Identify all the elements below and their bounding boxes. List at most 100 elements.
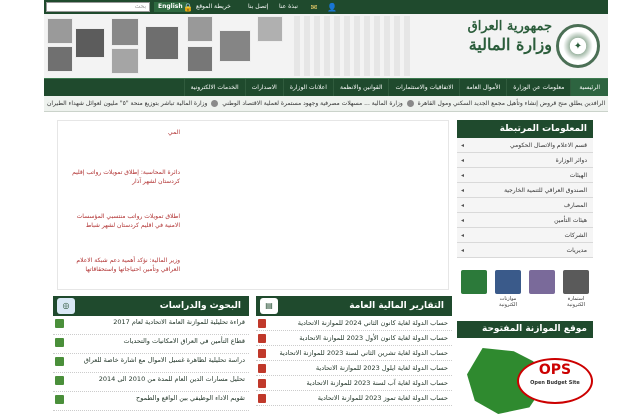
- header-banner: [47, 16, 287, 76]
- banner-tile: [145, 26, 179, 60]
- report-label[interactable]: حساب الدولة لغاية آب لسنة 2023 للموازنة …: [307, 379, 448, 387]
- sidebar-item[interactable]: ◂ مديريات: [457, 243, 593, 258]
- ticker-text[interactable]: وزارة المالية ... مسهلات مصرفية وجهود مس…: [222, 100, 403, 107]
- ministry-logo-text[interactable]: جمهورية العراق وزارة المالية: [464, 18, 552, 76]
- e-form-link[interactable]: استمارة الكترونية: [561, 270, 591, 314]
- sidebar-item[interactable]: ◂ الهيئات: [457, 168, 593, 183]
- search-input[interactable]: بحث: [46, 2, 150, 12]
- pdf-icon: [258, 349, 266, 358]
- sidebar-item[interactable]: ◂ الشركات: [457, 228, 593, 243]
- report-row[interactable]: حساب الدولة لغاية آب لسنة 2023 للموازنة …: [256, 376, 452, 391]
- banner-tile: [75, 28, 105, 58]
- top-bar: بحث English 🔒 خريطة الموقع إتصل بنا نبذة…: [44, 0, 608, 14]
- nav-item-agreements[interactable]: الاتفاقيات والاستثمارات: [388, 78, 459, 97]
- map-icon: [461, 270, 487, 294]
- research-row[interactable]: قراءة تحليلية للموازنة العامة الاتحادية …: [53, 316, 249, 335]
- service-icons-row: استمارة الكترونية موازنات الكترونية: [457, 270, 593, 316]
- contact-link[interactable]: إتصل بنا: [248, 2, 268, 12]
- sidebar-item-label: الشركات: [564, 232, 588, 239]
- report-row[interactable]: حساب الدولة لغاية كانون الأول 2023 للموا…: [256, 331, 452, 346]
- news-item[interactable]: المي: [168, 128, 180, 137]
- banner-tile: [111, 48, 139, 74]
- sidebar-item-label: الصندوق العراقي للتنمية الخارجية: [504, 187, 587, 194]
- banner-tile: [219, 30, 251, 62]
- report-label[interactable]: حساب الدولة لغاية تشرين الثاني لسنة 2023…: [280, 349, 449, 357]
- ministry-seal-icon: ✦: [556, 24, 600, 68]
- icon-label: موازنات الكترونية: [499, 296, 517, 308]
- report-row[interactable]: حساب الدولة لغاية تشرين الثاني لسنة 2023…: [256, 346, 452, 361]
- research-row[interactable]: قطاع التأمين في العراق الامكانيات والتحد…: [53, 335, 249, 354]
- sidebar-item[interactable]: ◂ دوائر الوزارة: [457, 153, 593, 168]
- e-budgets-link[interactable]: موازنات الكترونية: [493, 270, 523, 314]
- report-label[interactable]: حساب الدولة لغاية كانون الثاني 2024 للمو…: [298, 319, 448, 327]
- report-row[interactable]: حساب الدولة لغاية تموز 2023 للموازنة الا…: [256, 391, 452, 406]
- open-budget-title: موقع الموازنة المفتوحة: [457, 321, 593, 338]
- research-label[interactable]: قطاع التأمين في العراق الامكانيات والتحد…: [124, 337, 245, 345]
- about-link[interactable]: نبذة عنا: [279, 2, 298, 12]
- ops-sub: Open Budget Site: [530, 380, 580, 386]
- sidebar-title: المعلومات المرتبطة: [457, 120, 593, 138]
- sidebar-item[interactable]: ◂ قسم الاعلام والاتصال الحكومي: [457, 138, 593, 153]
- pdf-icon: [258, 364, 266, 373]
- reports-title: التقارير المالية العامة: [349, 301, 444, 311]
- nav-item-e-services[interactable]: الخدمات الالكترونية: [183, 78, 245, 97]
- sidebar-item-label: المصارف: [563, 202, 587, 209]
- cards-link[interactable]: [527, 270, 557, 314]
- nav-item-laws[interactable]: القوانين والانظمة: [332, 78, 389, 97]
- research-section: ◎ البحوث والدراسات قراءة تحليلية للموازن…: [53, 296, 249, 419]
- budget-icon: [495, 270, 521, 294]
- research-label[interactable]: تحليل مسارات الدين العام للمدة من 2010 ا…: [99, 375, 245, 383]
- chevron-left-icon: ◂: [461, 217, 465, 224]
- chevron-left-icon: ◂: [461, 142, 465, 149]
- nav-item-public-funds[interactable]: الأموال العامة: [459, 78, 506, 97]
- chevron-left-icon: ◂: [461, 172, 465, 179]
- research-header: ◎ البحوث والدراسات: [53, 296, 249, 316]
- nav-item-announcements[interactable]: اعلانات الوزارة: [282, 78, 333, 97]
- chevron-left-icon: ◂: [461, 247, 465, 254]
- nav-item-about[interactable]: معلومات عن الوزارة: [506, 78, 570, 97]
- news-item[interactable]: دائرة المحاسبة: إطلاق تمويلات رواتب إقلي…: [68, 168, 180, 186]
- report-label[interactable]: حساب الدولة لغاية تموز 2023 للموازنة الا…: [318, 394, 448, 402]
- ticker-bullet-icon: [406, 100, 414, 107]
- ops-logo: OPS Open Budget Site: [517, 358, 593, 404]
- sidebar-item[interactable]: ◂ الصندوق العراقي للتنمية الخارجية: [457, 183, 593, 198]
- news-item[interactable]: وزير المالية: نؤكد أهمية دعم شبكة الاعلا…: [68, 256, 180, 274]
- research-row[interactable]: تحليل مسارات الدين العام للمدة من 2010 ا…: [53, 373, 249, 392]
- cards-icon: [529, 270, 555, 294]
- report-row[interactable]: حساب الدولة لغاية كانون الثاني 2024 للمو…: [256, 316, 452, 331]
- mail-icon[interactable]: ✉: [308, 1, 320, 13]
- news-item[interactable]: اطلاق تمويلات رواتب منتسبي المؤسسات الام…: [68, 212, 180, 230]
- header: جمهورية العراق وزارة المالية ✦: [44, 14, 608, 80]
- sidebar-item[interactable]: ◂ هيئات التأمين: [457, 213, 593, 228]
- map-link[interactable]: [459, 270, 489, 314]
- ticker-text[interactable]: الرافدين يطلق منح قروض إنشاء وتأهيل مجمع…: [418, 100, 605, 107]
- report-row[interactable]: حساب الدولة لغاية ايلول 2023 للموازنة ال…: [256, 361, 452, 376]
- research-label[interactable]: قراءة تحليلية للموازنة العامة الاتحادية …: [113, 318, 245, 326]
- globe-icon: ◎: [57, 298, 75, 314]
- banner-tile: [187, 16, 213, 42]
- sidebar-item-label: هيئات التأمين: [554, 217, 587, 224]
- nav-item-home[interactable]: الرئيسية: [570, 78, 608, 97]
- open-budget-banner[interactable]: OPS Open Budget Site: [457, 338, 593, 419]
- logo-line2: وزارة المالية: [468, 35, 552, 54]
- news-ticker[interactable]: الرافدين يطلق منح قروض إنشاء وتأهيل مجمع…: [44, 96, 608, 112]
- sitemap-link[interactable]: خريطة الموقع: [196, 2, 231, 12]
- news-list: المي دائرة المحاسبة: إطلاق تمويلات رواتب…: [60, 120, 188, 290]
- research-label[interactable]: تقويم الاداء الوظيفي بين الواقع والطموح: [136, 394, 245, 402]
- sidebar-item-label: دوائر الوزارة: [555, 157, 587, 164]
- chevron-left-icon: ◂: [461, 202, 465, 209]
- report-label[interactable]: حساب الدولة لغاية ايلول 2023 للموازنة ال…: [316, 364, 448, 372]
- sidebar-item[interactable]: ◂ المصارف: [457, 198, 593, 213]
- pdf-icon: [258, 379, 266, 388]
- ops-label: OPS: [538, 362, 572, 378]
- research-row[interactable]: دراسة تحليلية لظاهرة غسيل الاموال مع اشا…: [53, 354, 249, 373]
- research-label[interactable]: دراسة تحليلية لظاهرة غسيل الاموال مع اشا…: [84, 356, 245, 364]
- research-row[interactable]: تقويم الاداء الوظيفي بين الواقع والطموح: [53, 392, 249, 411]
- related-info-sidebar: المعلومات المرتبطة ◂ قسم الاعلام والاتصال…: [457, 120, 593, 258]
- nav-item-publications[interactable]: الاصدارات: [244, 78, 283, 97]
- file-icon: [55, 338, 64, 347]
- ticker-text[interactable]: وزارة المالية تباشر بتوزيع منحة "٥" مليو…: [47, 100, 207, 107]
- banner-tile: [47, 18, 73, 44]
- report-label[interactable]: حساب الدولة لغاية كانون الأول 2023 للموا…: [299, 334, 448, 342]
- user-icon[interactable]: 👤: [326, 1, 338, 13]
